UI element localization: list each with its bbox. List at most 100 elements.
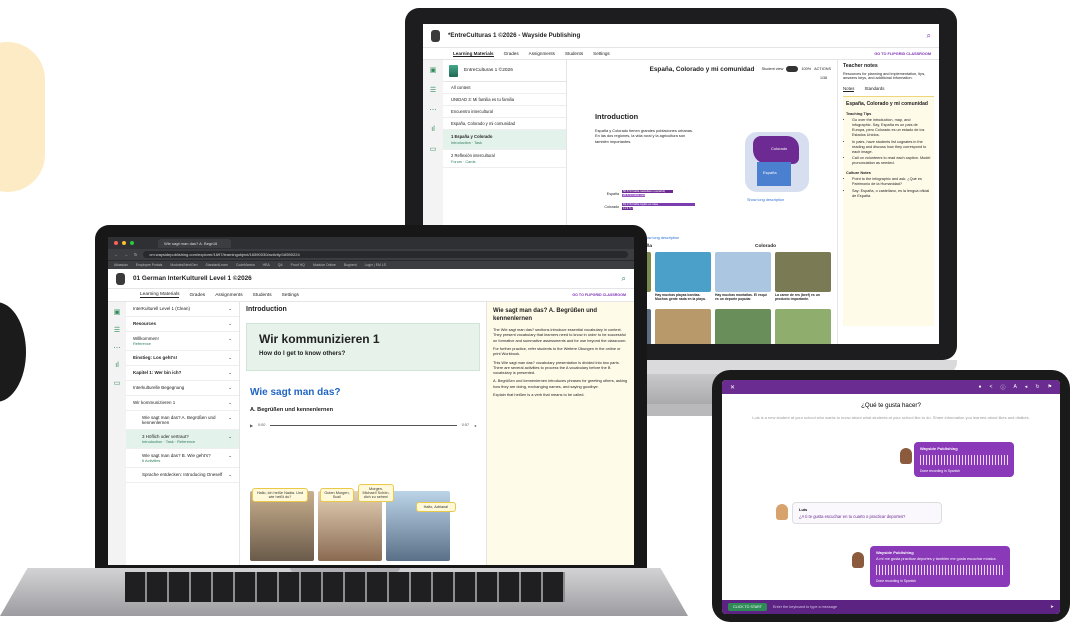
bookmark-item[interactable]: QA (278, 263, 283, 267)
volume-icon[interactable]: ◂ (474, 423, 476, 428)
tab-learning-materials[interactable]: Learning Materials (140, 292, 180, 298)
chevron-down-icon[interactable]: ⌄ (228, 472, 232, 478)
bookmark-item[interactable]: Modules/NextGen (170, 263, 197, 267)
close-window-icon[interactable] (114, 241, 118, 245)
book-header[interactable]: EntreCulturas 1 ©2026 (443, 60, 566, 82)
show-long-description-link[interactable]: Show long description (642, 236, 679, 240)
tab-settings[interactable]: Settings (282, 293, 299, 298)
sidebar-item[interactable]: Wie sagt man das? A. Begrüßen und kennen… (126, 411, 239, 430)
maximize-window-icon[interactable] (130, 241, 134, 245)
play-icon[interactable]: ▶ (250, 423, 253, 428)
tab-students[interactable]: Students (565, 51, 583, 56)
chevron-down-icon[interactable]: ⌄ (228, 370, 232, 376)
share-icon[interactable]: < (990, 384, 993, 391)
chevron-down-icon[interactable]: ⌄ (228, 321, 232, 327)
chevron-down-icon[interactable]: ⌄ (228, 415, 232, 425)
sidebar-item[interactable]: Resources ⌄ (126, 317, 239, 332)
start-button[interactable]: CLICK TO START (728, 603, 767, 611)
flag-icon[interactable]: ⚑ (1048, 384, 1052, 391)
bookmark-item[interactable]: StandardLearn (205, 263, 227, 267)
send-icon[interactable]: ➤ (1050, 604, 1054, 610)
book-icon[interactable]: ▣ (114, 308, 121, 316)
minimize-window-icon[interactable] (122, 241, 126, 245)
show-long-description-link[interactable]: Show long description (747, 198, 784, 202)
search-icon[interactable]: ⌕ (927, 31, 931, 41)
language-icon[interactable]: A (1013, 384, 1016, 391)
actions-button[interactable]: ACTIONS (814, 67, 831, 71)
sidebar-item[interactable]: Einstieg: Los geht's! ⌄ (126, 351, 239, 366)
student-view-toggle[interactable] (786, 66, 799, 72)
book-icon[interactable]: ▣ (430, 66, 437, 74)
sidebar-item[interactable]: Sprache entdecken: Introducing Oneself ⌄ (126, 468, 239, 483)
chart-icon[interactable]: ıl (431, 126, 435, 133)
sidebar-item[interactable]: UNIDAD 3: Mi familia es tu familia (443, 94, 566, 106)
chevron-down-icon[interactable]: ⌄ (228, 453, 232, 463)
tab-learning-materials[interactable]: Learning Materials (453, 51, 494, 57)
sidebar-item[interactable]: España, Colorado y mi comunidad (443, 118, 566, 130)
list-icon[interactable]: ☰ (114, 326, 120, 334)
message-input[interactable]: Enter the keyboard to type a message (773, 605, 1044, 609)
audio-scrubber[interactable] (270, 424, 457, 426)
pin-icon[interactable]: ● (978, 384, 981, 391)
laptop-lip (290, 568, 400, 572)
search-icon[interactable]: ⌕ (622, 274, 626, 284)
chevron-down-icon[interactable]: ⌄ (228, 355, 232, 361)
bookmark-item[interactable]: Bugherd (344, 263, 357, 267)
bookmark-item[interactable]: HRA (263, 263, 270, 267)
reload-icon[interactable]: ↻ (134, 252, 137, 257)
chevron-down-icon[interactable]: ⌄ (228, 336, 232, 346)
zoom-level[interactable]: 100% (801, 67, 811, 71)
sidebar-item[interactable]: Encuentro intercultural (443, 106, 566, 118)
sidebar-item[interactable]: Wir kommunizieren 1 ⌄ (126, 396, 239, 411)
bookmark-item[interactable]: CodeMantra (236, 263, 255, 267)
list-icon[interactable]: ☰ (430, 86, 436, 94)
chevron-down-icon[interactable]: ⌄ (228, 306, 232, 312)
chevron-down-icon[interactable]: ⌄ (228, 400, 232, 406)
bookmark-item[interactable]: Modular Online (313, 263, 336, 267)
dots-icon[interactable]: ⋯ (114, 344, 121, 352)
sidebar-item[interactable]: Interkulturelle Begegnung ⌄ (126, 381, 239, 396)
tab-students[interactable]: Students (253, 293, 272, 298)
bookmark-item[interactable]: Login | EM LS (365, 263, 386, 267)
volume-icon[interactable]: ◂ (1025, 384, 1028, 391)
classroom-link[interactable]: GO TO FLIPGRID CLASSROOM (874, 52, 931, 56)
photo-card: Cuando no hay nieve, la gente va en (715, 309, 771, 344)
bookmark-item[interactable]: Atlassian (114, 263, 128, 267)
tab-assignments[interactable]: Assignments (529, 51, 555, 56)
decorative-blob (0, 42, 45, 192)
dots-icon[interactable]: ⋯ (430, 106, 437, 114)
sidebar-item[interactable]: All content (443, 82, 566, 94)
chevron-down-icon[interactable]: ⌄ (228, 434, 232, 444)
briefcase-icon[interactable]: ▭ (114, 379, 121, 387)
sidebar-item[interactable]: InterKulturell Level 1 (Clean) ⌄ (126, 302, 239, 317)
briefcase-icon[interactable]: ▭ (430, 145, 437, 153)
browser-tab[interactable]: Wie sagt man das? A. Begrüß (158, 238, 232, 248)
sidebar-item[interactable]: Willkommen! Reference ⌄ (126, 332, 239, 351)
sidebar-item-selected[interactable]: 3 Höflich oder vertraut? Introduction · T… (126, 430, 239, 449)
back-icon[interactable]: ← (114, 252, 118, 257)
tab-settings[interactable]: Settings (593, 51, 610, 56)
tab-grades[interactable]: Grades (504, 51, 519, 56)
classroom-link[interactable]: GO TO FLIPGRID CLASSROOM (572, 293, 626, 297)
bookmark-item[interactable]: Employee Portals (136, 263, 163, 267)
forward-icon[interactable]: → (124, 252, 128, 257)
info-icon[interactable]: ⓘ (1000, 384, 1005, 391)
audio-waveform[interactable] (920, 455, 1008, 465)
tab-standards[interactable]: Standards (864, 86, 884, 92)
tab-grades[interactable]: Grades (189, 293, 205, 298)
address-bar[interactable]: cm.waysidepublishing.com/explorer/1697/l… (143, 251, 628, 258)
refresh-icon[interactable]: ↻ (1035, 384, 1039, 391)
sidebar-item[interactable]: 2 Reflexión intercultural Forum · Cards (443, 150, 566, 168)
sidebar-item[interactable]: Wie sagt man das? B. Wie geht's? 6 Activi… (126, 449, 239, 468)
audio-waveform[interactable] (876, 565, 1004, 575)
chevron-down-icon[interactable]: ⌄ (228, 385, 232, 391)
sidebar-item-selected[interactable]: 1 España y Colorado Introduction · Task (443, 130, 566, 150)
chart-icon[interactable]: ıl (115, 362, 119, 369)
bookmark-item[interactable]: Proof HQ (291, 263, 305, 267)
lesson-hero: Wir kommunizieren 1 How do I get to know… (246, 323, 480, 371)
close-icon[interactable]: ✕ (730, 384, 735, 391)
sidebar-item[interactable]: Kapitel 1: Wer bin ich? ⌄ (126, 366, 239, 381)
photo (715, 252, 771, 292)
tab-notes[interactable]: Notes (843, 86, 855, 92)
tab-assignments[interactable]: Assignments (215, 293, 242, 298)
